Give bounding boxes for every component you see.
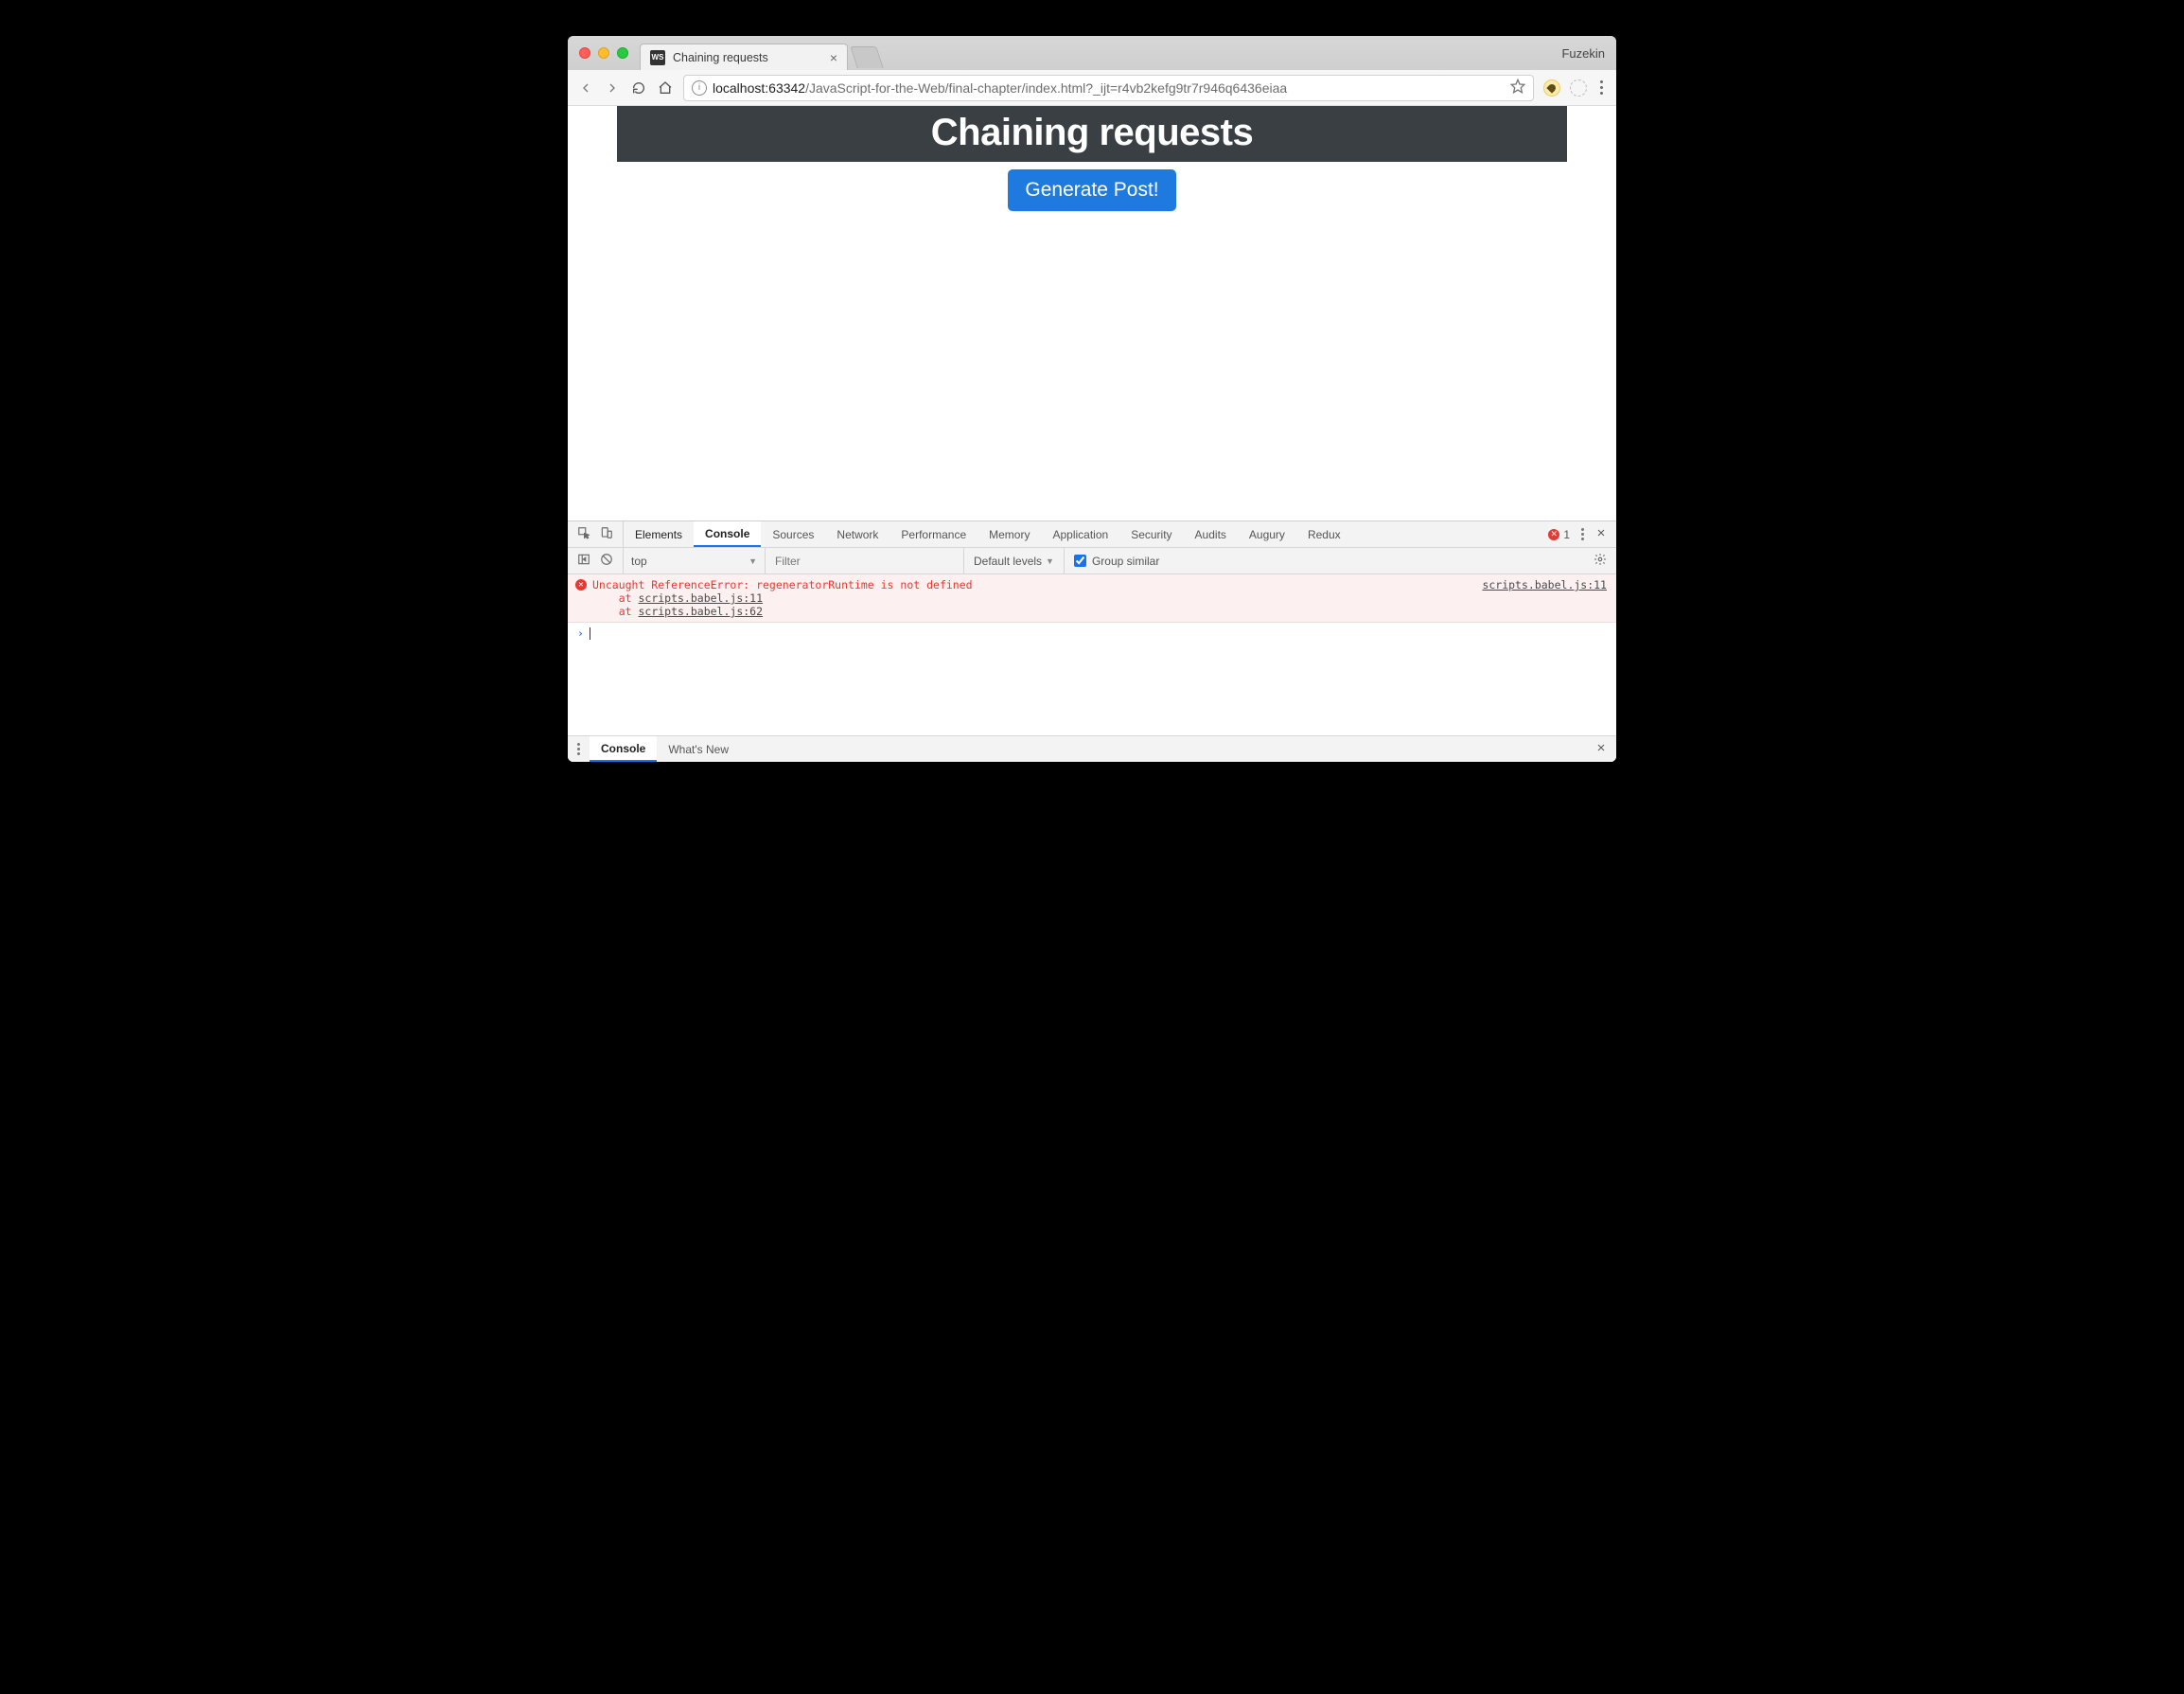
group-similar-input[interactable]	[1074, 555, 1086, 567]
tab-elements[interactable]: Elements	[624, 521, 694, 547]
generate-post-button[interactable]: Generate Post!	[1008, 169, 1175, 211]
close-window-button[interactable]	[579, 47, 590, 59]
tab-network[interactable]: Network	[825, 521, 889, 547]
chevron-down-icon: ▼	[1046, 556, 1054, 566]
page-header: Chaining requests	[617, 106, 1567, 162]
browser-window: WS Chaining requests × Fuzekin i localho…	[568, 36, 1616, 762]
window-controls	[575, 36, 634, 70]
error-count: 1	[1563, 528, 1570, 541]
tab-memory[interactable]: Memory	[978, 521, 1041, 547]
forward-button[interactable]	[604, 79, 621, 97]
devtools-close-icon[interactable]	[1595, 527, 1607, 541]
stack-link-2[interactable]: scripts.babel.js:62	[638, 605, 763, 618]
new-tab-button[interactable]	[850, 46, 883, 68]
tab-security[interactable]: Security	[1119, 521, 1183, 547]
inspect-element-icon[interactable]	[577, 526, 590, 542]
devtools-menu-icon[interactable]	[1581, 528, 1584, 540]
drawer-tab-console[interactable]: Console	[590, 736, 657, 762]
bookmark-star-icon[interactable]	[1510, 79, 1525, 97]
filter-input[interactable]	[766, 548, 964, 573]
error-source-link[interactable]: scripts.babel.js:11	[1463, 578, 1607, 618]
context-selector[interactable]: top ▼	[624, 548, 766, 573]
console-sidebar-toggle-icon[interactable]	[577, 553, 590, 569]
page-title: Chaining requests	[617, 112, 1567, 154]
group-similar-checkbox[interactable]: Group similar	[1065, 548, 1169, 573]
drawer-tab-whatsnew[interactable]: What's New	[657, 736, 740, 762]
console-prompt[interactable]: ›	[568, 623, 1616, 644]
console-settings-icon[interactable]	[1584, 553, 1616, 569]
drawer-menu-icon[interactable]	[568, 743, 590, 755]
page-viewport: Chaining requests Generate Post!	[568, 106, 1616, 521]
tab-augury[interactable]: Augury	[1238, 521, 1296, 547]
error-icon: ✕	[575, 579, 587, 591]
tab-performance[interactable]: Performance	[889, 521, 978, 547]
prompt-caret-icon: ›	[577, 626, 584, 640]
minimize-window-button[interactable]	[598, 47, 609, 59]
devtools-tab-bar: Elements Console Sources Network Perform…	[568, 521, 1616, 548]
reload-button[interactable]	[630, 79, 647, 97]
devtools-drawer: Console What's New	[568, 735, 1616, 762]
chrome-menu-icon[interactable]	[1596, 80, 1607, 95]
levels-label: Default levels	[974, 555, 1042, 568]
site-info-icon[interactable]: i	[692, 80, 707, 96]
tab-audits[interactable]: Audits	[1184, 521, 1238, 547]
chevron-down-icon: ▼	[749, 556, 757, 566]
stack-link-1[interactable]: scripts.babel.js:11	[638, 591, 763, 605]
clear-console-icon[interactable]	[600, 553, 613, 569]
tab-title: Chaining requests	[673, 51, 822, 64]
tab-strip: WS Chaining requests × Fuzekin	[568, 36, 1616, 70]
back-button[interactable]	[577, 79, 594, 97]
console-error-row[interactable]: ✕ Uncaught ReferenceError: regeneratorRu…	[568, 574, 1616, 623]
browser-toolbar: i localhost:63342/JavaScript-for-the-Web…	[568, 70, 1616, 106]
extension-icon-2[interactable]	[1570, 79, 1587, 97]
group-similar-label: Group similar	[1092, 555, 1159, 568]
device-toggle-icon[interactable]	[600, 526, 613, 542]
address-bar[interactable]: i localhost:63342/JavaScript-for-the-Web…	[683, 75, 1534, 101]
error-message: Uncaught ReferenceError: regeneratorRunt…	[592, 578, 973, 618]
profile-name[interactable]: Fuzekin	[1561, 36, 1605, 70]
tab-redux[interactable]: Redux	[1296, 521, 1352, 547]
context-value: top	[631, 555, 647, 568]
drawer-close-icon[interactable]	[1586, 742, 1616, 756]
favicon: WS	[650, 50, 665, 65]
tab-sources[interactable]: Sources	[761, 521, 825, 547]
home-button[interactable]	[657, 79, 674, 97]
maximize-window-button[interactable]	[617, 47, 628, 59]
devtools-panel: Elements Console Sources Network Perform…	[568, 521, 1616, 762]
console-toolbar: top ▼ Default levels ▼ Group similar	[568, 548, 1616, 574]
url-text: localhost:63342/JavaScript-for-the-Web/f…	[713, 80, 1505, 96]
error-icon: ✕	[1548, 529, 1559, 540]
console-output[interactable]: ✕ Uncaught ReferenceError: regeneratorRu…	[568, 574, 1616, 735]
log-levels-selector[interactable]: Default levels ▼	[964, 548, 1065, 573]
browser-tab[interactable]: WS Chaining requests ×	[640, 44, 848, 70]
close-tab-icon[interactable]: ×	[830, 51, 837, 64]
error-count-badge[interactable]: ✕ 1	[1548, 528, 1570, 541]
tab-console[interactable]: Console	[694, 521, 761, 547]
tab-application[interactable]: Application	[1041, 521, 1119, 547]
extension-icon[interactable]	[1543, 79, 1560, 97]
